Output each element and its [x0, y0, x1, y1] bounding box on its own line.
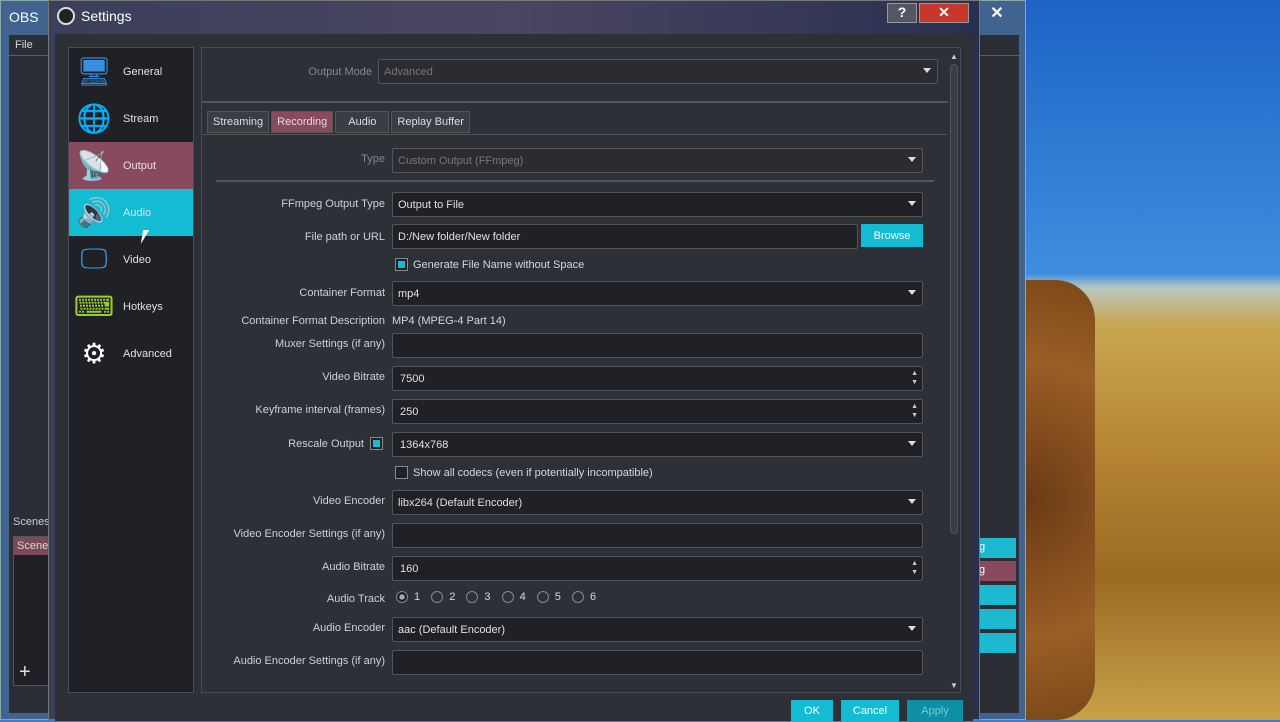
sidebar-item-output[interactable]: 📡 Output: [69, 142, 193, 189]
ffmpeg-type-select[interactable]: Output to File: [392, 192, 923, 217]
chevron-down-icon: [908, 290, 916, 295]
output-mode-label: Output Mode: [308, 66, 372, 78]
menu-file[interactable]: File: [15, 39, 33, 51]
settings-dialog: Settings ? ✕ 🖥 General 🌐 Stream 📡 Output 🔊 A…: [48, 0, 980, 722]
control-button[interactable]: [976, 633, 1016, 653]
output-mode-select[interactable]: Advanced: [378, 59, 938, 84]
file-path-input[interactable]: D:/New folder/New folder: [392, 224, 858, 249]
keyboard-icon: ⌨: [73, 291, 115, 322]
gears-icon: ⚙: [81, 338, 107, 369]
tab-audio[interactable]: Audio: [335, 111, 390, 133]
dialog-title: Settings: [81, 8, 132, 24]
ok-button[interactable]: OK: [791, 700, 833, 722]
chevron-down-icon: [908, 441, 916, 446]
sidebar-item-stream[interactable]: 🌐 Stream: [69, 95, 193, 142]
generate-filename-checkbox[interactable]: [395, 258, 408, 271]
type-label: Type: [361, 153, 385, 165]
audio-track-radio-6[interactable]: [571, 591, 584, 604]
chevron-down-icon: [908, 626, 916, 631]
audio-track-radio-5[interactable]: [536, 591, 549, 604]
tab-replay-buffer[interactable]: Replay Buffer: [391, 111, 470, 133]
audio-track-radio-1[interactable]: [396, 591, 408, 604]
scroll-down-icon[interactable]: ▼: [948, 681, 960, 690]
cancel-button[interactable]: Cancel: [841, 700, 899, 722]
tab-streaming[interactable]: Streaming: [207, 111, 270, 133]
browse-button[interactable]: Browse: [861, 224, 923, 247]
keyframe-input[interactable]: 250 ▲ ▼: [392, 399, 923, 424]
scenes-label: Scenes: [13, 516, 50, 528]
container-format-select[interactable]: mp4: [392, 281, 923, 306]
globe-icon: 🌐: [76, 103, 112, 134]
close-button[interactable]: ✕: [919, 3, 969, 23]
container-desc-value: MP4 (MPEG-4 Part 14): [392, 315, 506, 327]
generate-filename-label: Generate File Name without Space: [413, 259, 585, 271]
control-button[interactable]: [976, 609, 1016, 629]
video-bitrate-input[interactable]: 7500 ▲ ▼: [392, 366, 923, 391]
scene-item[interactable]: Scene: [14, 537, 52, 555]
help-button[interactable]: ?: [887, 3, 917, 23]
show-all-codecs-label: Show all codecs (even if potentially inc…: [413, 467, 653, 479]
scrollbar-thumb[interactable]: [950, 64, 958, 534]
video-encoder-settings-label: Video Encoder Settings (if any): [233, 528, 385, 540]
apply-button[interactable]: Apply: [907, 700, 963, 722]
spinner-arrows-icon[interactable]: ▲ ▼: [911, 369, 918, 387]
audio-bitrate-label: Audio Bitrate: [322, 561, 385, 573]
chevron-down-icon: [908, 157, 916, 162]
sidebar-item-video[interactable]: 🖵 Video: [69, 236, 193, 283]
container-desc-label: Container Format Description: [241, 315, 385, 327]
container-format-label: Container Format: [299, 287, 385, 299]
sidebar-item-hotkeys[interactable]: ⌨ Hotkeys: [69, 283, 193, 330]
main-title: OBS: [9, 9, 39, 25]
keyframe-label: Keyframe interval (frames): [255, 404, 385, 416]
video-encoder-select[interactable]: libx264 (Default Encoder): [392, 490, 923, 515]
main-close-button[interactable]: ✕: [979, 3, 1015, 23]
sidebar-item-general[interactable]: 🖥 General: [69, 48, 193, 95]
video-bitrate-label: Video Bitrate: [322, 371, 385, 383]
audio-encoder-label: Audio Encoder: [312, 622, 385, 634]
wallpaper-hay-bale: [1025, 280, 1095, 720]
audio-bitrate-input[interactable]: 160 ▲ ▼: [392, 556, 923, 581]
type-select[interactable]: Custom Output (FFmpeg): [392, 148, 923, 173]
sidebar-item-advanced[interactable]: ⚙ Advanced: [69, 330, 193, 377]
audio-encoder-select[interactable]: aac (Default Encoder): [392, 617, 923, 642]
video-encoder-settings-input[interactable]: [392, 523, 923, 548]
muxer-settings-label: Muxer Settings (if any): [274, 338, 385, 350]
chevron-down-icon: [923, 68, 931, 73]
show-all-codecs-checkbox[interactable]: [395, 466, 408, 479]
audio-track-radio-4[interactable]: [501, 591, 514, 604]
video-encoder-label: Video Encoder: [313, 495, 385, 507]
audio-track-label: Audio Track: [326, 593, 385, 605]
tab-recording[interactable]: Recording: [271, 111, 334, 133]
add-scene-button[interactable]: +: [19, 661, 31, 684]
rescale-select[interactable]: 1364x768: [392, 432, 923, 457]
rescale-output-checkbox[interactable]: [370, 437, 383, 450]
obs-logo-icon: [57, 7, 75, 25]
chevron-down-icon: [908, 201, 916, 206]
general-icon: 🖥: [76, 56, 112, 87]
broadcast-icon: 📡: [76, 150, 112, 181]
file-path-label: File path or URL: [304, 231, 385, 243]
audio-track-radios: 1 2 3 4 5 6: [388, 591, 596, 604]
audio-encoder-settings-label: Audio Encoder Settings (if any): [233, 655, 385, 667]
spinner-arrows-icon[interactable]: ▲ ▼: [911, 559, 918, 577]
control-button[interactable]: [976, 585, 1016, 605]
output-panel: Output Mode Advanced Streaming Recording…: [201, 47, 961, 693]
rescale-output-label: Rescale Output: [288, 438, 364, 450]
audio-encoder-settings-input[interactable]: [392, 650, 923, 675]
ffmpeg-type-label: FFmpeg Output Type: [281, 198, 385, 210]
start-recording-button[interactable]: g: [976, 561, 1016, 581]
settings-sidebar: 🖥 General 🌐 Stream 📡 Output 🔊 Audio 🖵 Video ⌨…: [68, 47, 194, 693]
vertical-scrollbar[interactable]: ▲ ▼: [948, 52, 960, 690]
chevron-down-icon: [908, 499, 916, 504]
sidebar-item-audio[interactable]: 🔊 Audio: [69, 189, 193, 236]
muxer-settings-input[interactable]: [392, 333, 923, 358]
start-streaming-button[interactable]: g: [976, 538, 1016, 558]
monitor-icon: 🖵: [80, 243, 108, 274]
spinner-arrows-icon[interactable]: ▲ ▼: [911, 402, 918, 420]
audio-track-radio-3[interactable]: [466, 591, 479, 604]
scroll-up-icon[interactable]: ▲: [948, 52, 960, 61]
audio-track-radio-2[interactable]: [431, 591, 444, 604]
speaker-icon: 🔊: [76, 197, 112, 228]
